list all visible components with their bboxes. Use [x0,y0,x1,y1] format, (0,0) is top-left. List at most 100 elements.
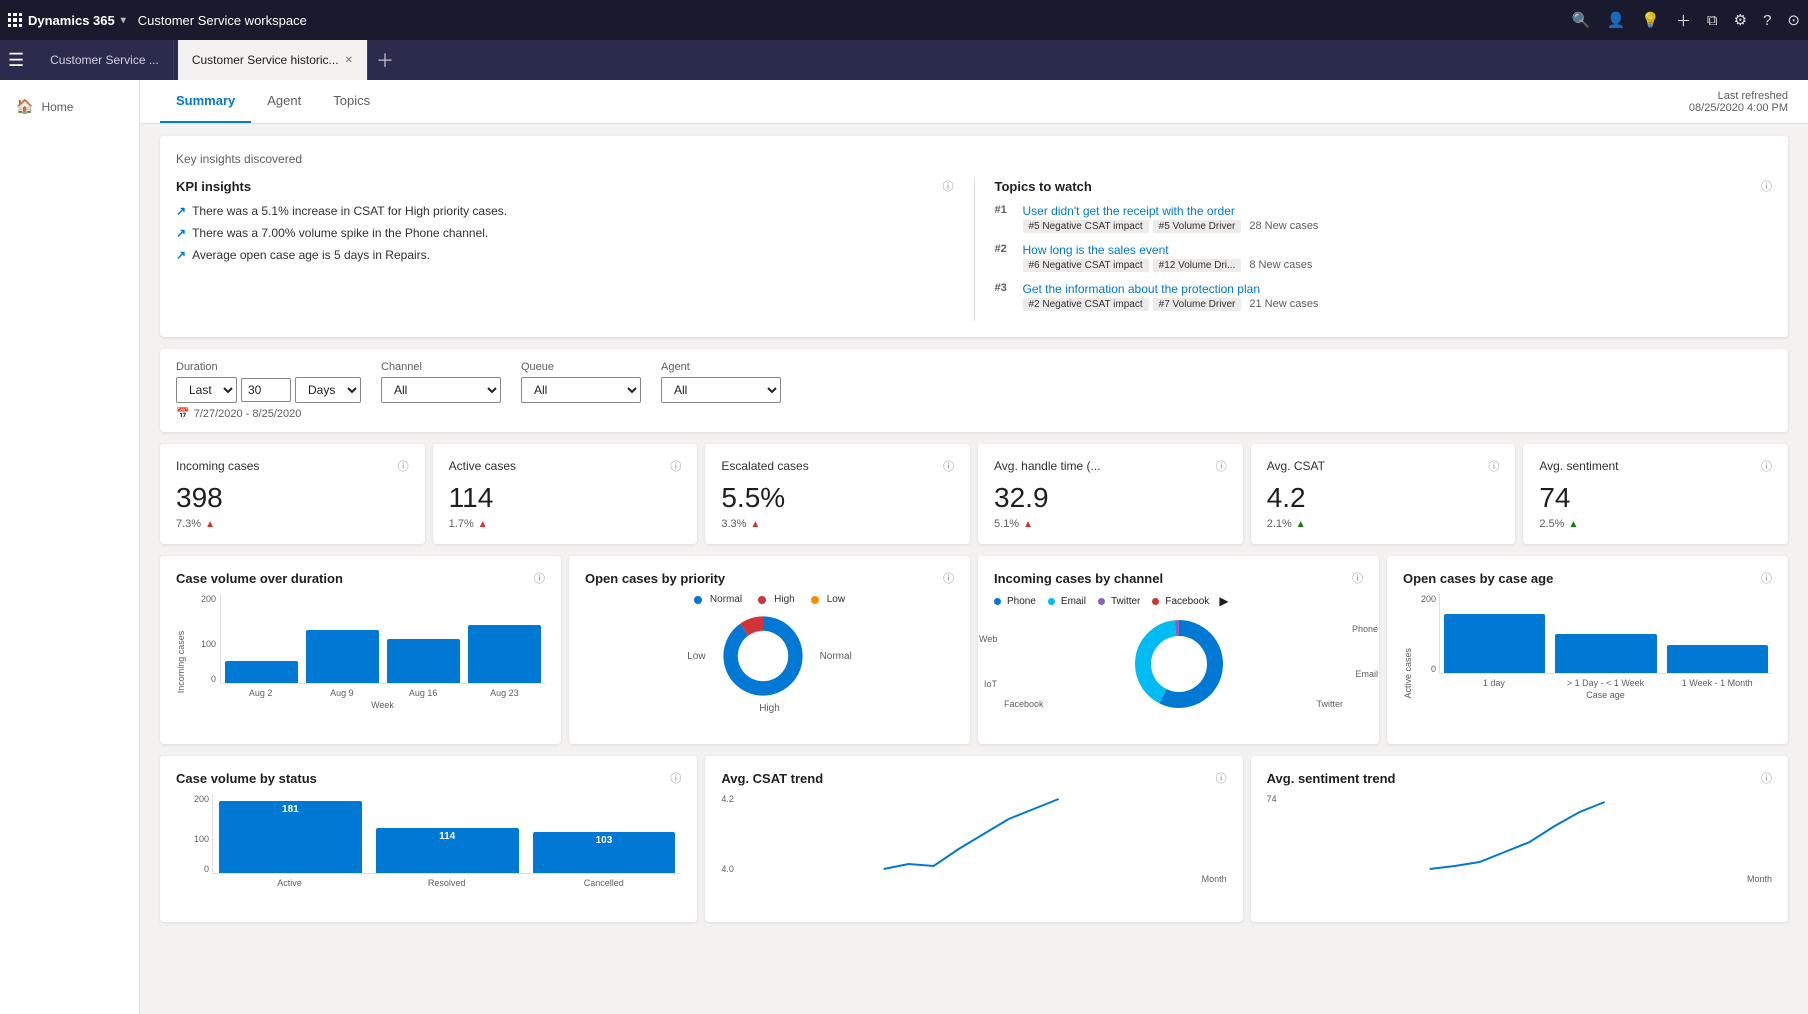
status-bar-cancelled[interactable]: 103 [533,832,676,873]
tab-agent[interactable]: Agent [251,80,317,123]
kpi-incoming-info-icon[interactable]: ⓘ [398,458,409,474]
filter-icon[interactable]: ⧉ [1707,12,1718,29]
tab-cs-summary[interactable]: Customer Service ... [36,40,174,80]
chart-incoming-channel: Incoming cases by channel ⓘ Phone Email … [978,556,1379,744]
kpi-sentiment-info-icon[interactable]: ⓘ [1761,458,1772,474]
channel-legend-nav[interactable]: ▶ [1219,594,1228,608]
y-label-100: 100 [201,639,220,649]
csat-y-40: 4.0 [721,864,734,874]
filter-duration-select[interactable]: Last [176,377,237,403]
kpi-insights-section: KPI insights ⓘ ↗ There was a 5.1% increa… [176,178,954,321]
bar-aug2[interactable] [225,661,298,683]
chart-case-status-title: Case volume by status [176,771,317,786]
filter-duration: Duration Last Days [176,361,361,403]
chart-avg-csat-trend-info-icon[interactable]: ⓘ [1216,770,1227,786]
help-icon[interactable]: ? [1763,12,1771,29]
kpi-escalated-change-val: 3.3% [721,518,746,530]
chart-case-volume-info-icon[interactable]: ⓘ [534,570,545,586]
filter-agent-label: Agent [661,361,781,373]
age-bar-1month[interactable] [1667,645,1768,673]
topic-link-2[interactable]: How long is the sales event [1023,243,1313,257]
topic-rank-1: #1 [995,204,1015,216]
settings-icon[interactable]: ⚙ [1734,11,1747,29]
kpi-active-change: 1.7% ▲ [449,518,682,530]
filter-duration-unit-select[interactable]: Days [295,377,361,403]
status-bar-resolved[interactable]: 114 [376,828,519,873]
contact-icon[interactable]: 👤 [1607,11,1626,29]
sentiment-trend-svg [1267,794,1772,874]
priority-donut-container: Low Normal [585,611,954,701]
sub-nav-tabs: Summary Agent Topics [160,80,386,123]
topic-link-1[interactable]: User didn't get the receipt with the ord… [1023,204,1319,218]
filter-queue-label: Queue [521,361,641,373]
app-logo[interactable]: Dynamics 365 ▾ [8,13,126,28]
chart-case-volume-x-labels: Aug 2 Aug 9 Aug 16 Aug 23 [220,684,545,698]
chart-avg-sentiment-trend-info-icon[interactable]: ⓘ [1761,770,1772,786]
search-icon[interactable]: 🔍 [1572,11,1591,29]
filter-duration-input[interactable] [241,378,291,402]
insight-text-1: There was a 5.1% increase in CSAT for Hi… [192,204,507,218]
kpi-handle-change-val: 5.1% [994,518,1019,530]
bar-aug16[interactable] [387,639,460,684]
age-bar-1week[interactable] [1555,634,1656,674]
chart-open-age-info-icon[interactable]: ⓘ [1761,570,1772,586]
last-refreshed-value: 08/25/2020 4:00 PM [1689,102,1788,114]
ch-legend-email-label: Email [1061,596,1086,607]
legend-low-dot [811,596,819,604]
chart-case-volume-title: Case volume over duration [176,571,343,586]
bar-aug23[interactable] [468,625,541,683]
kpi-csat-info-icon[interactable]: ⓘ [1488,458,1499,474]
insight-item-3: ↗ Average open case age is 5 days in Rep… [176,248,954,262]
chart-avg-sentiment-trend: Avg. sentiment trend ⓘ 74 Month [1251,756,1788,922]
x-label-aug16: Aug 16 [387,688,460,698]
close-icon[interactable]: ✕ [345,55,353,66]
topic-count-3: 21 New cases [1249,298,1318,311]
kpi-escalated-info-icon[interactable]: ⓘ [943,458,954,474]
filter-channel-label: Channel [381,361,501,373]
tab-cs-historic[interactable]: Customer Service historic... ✕ [178,40,368,80]
topic-tag-2b: #12 Volume Dri... [1153,259,1242,272]
csat-x-month-label: Month [721,874,1226,884]
tab-summary[interactable]: Summary [160,80,251,123]
chart-incoming-channel-info-icon[interactable]: ⓘ [1352,570,1363,586]
hamburger-icon[interactable]: ☰ [8,50,24,71]
topic-tag-1b: #5 Volume Driver [1153,220,1242,233]
date-range: 📅 7/27/2020 - 8/25/2020 [176,407,1772,420]
status-bar-active[interactable]: 181 [219,801,362,873]
tab-add-icon[interactable]: ＋ [376,47,394,73]
kpi-csat-arrow: ▲ [1296,519,1306,530]
filter-channel-select[interactable]: All [381,377,501,403]
kpi-active-arrow: ▲ [478,519,488,530]
topics-info-icon[interactable]: ⓘ [1761,178,1772,194]
x-label-aug23: Aug 23 [468,688,541,698]
user-icon[interactable]: ⊙ [1787,11,1800,29]
kpi-incoming-arrow: ▲ [205,519,215,530]
kpi-card-incoming-cases: Incoming cases ⓘ 398 7.3% ▲ [160,444,425,544]
chart-open-priority-info-icon[interactable]: ⓘ [943,570,954,586]
kpi-handle-info-icon[interactable]: ⓘ [1216,458,1227,474]
lightbulb-icon[interactable]: 💡 [1641,11,1660,29]
add-icon[interactable]: ＋ [1676,10,1691,31]
donut-label-high: High [585,703,954,714]
age-x-1month: 1 Week - 1 Month [1666,678,1768,688]
kpi-incoming-change-val: 7.3% [176,518,201,530]
ch-label-facebook: Facebook [1004,699,1044,709]
grid-icon [8,13,22,27]
topic-link-3[interactable]: Get the information about the protection… [1023,282,1319,296]
filter-queue-select[interactable]: All [521,377,641,403]
topic-rank-3: #3 [995,282,1015,294]
bar-aug9[interactable] [306,630,379,683]
chart-case-status-info-icon[interactable]: ⓘ [670,770,681,786]
sub-nav: Summary Agent Topics Last refreshed 08/2… [140,80,1808,124]
age-bar-1day[interactable] [1444,614,1545,673]
tab-topics[interactable]: Topics [317,80,386,123]
age-y-200: 200 [1421,594,1439,604]
kpi-active-info-icon[interactable]: ⓘ [670,458,681,474]
legend-normal-label: Normal [710,594,742,605]
kpi-info-icon[interactable]: ⓘ [943,178,954,194]
topic-item-3: #3 Get the information about the protect… [995,282,1773,311]
sidebar-item-home-label: Home [41,100,73,114]
kpi-incoming-title: Incoming cases [176,459,259,473]
sidebar-item-home[interactable]: 🏠 Home [0,88,139,125]
filter-agent-select[interactable]: All [661,377,781,403]
